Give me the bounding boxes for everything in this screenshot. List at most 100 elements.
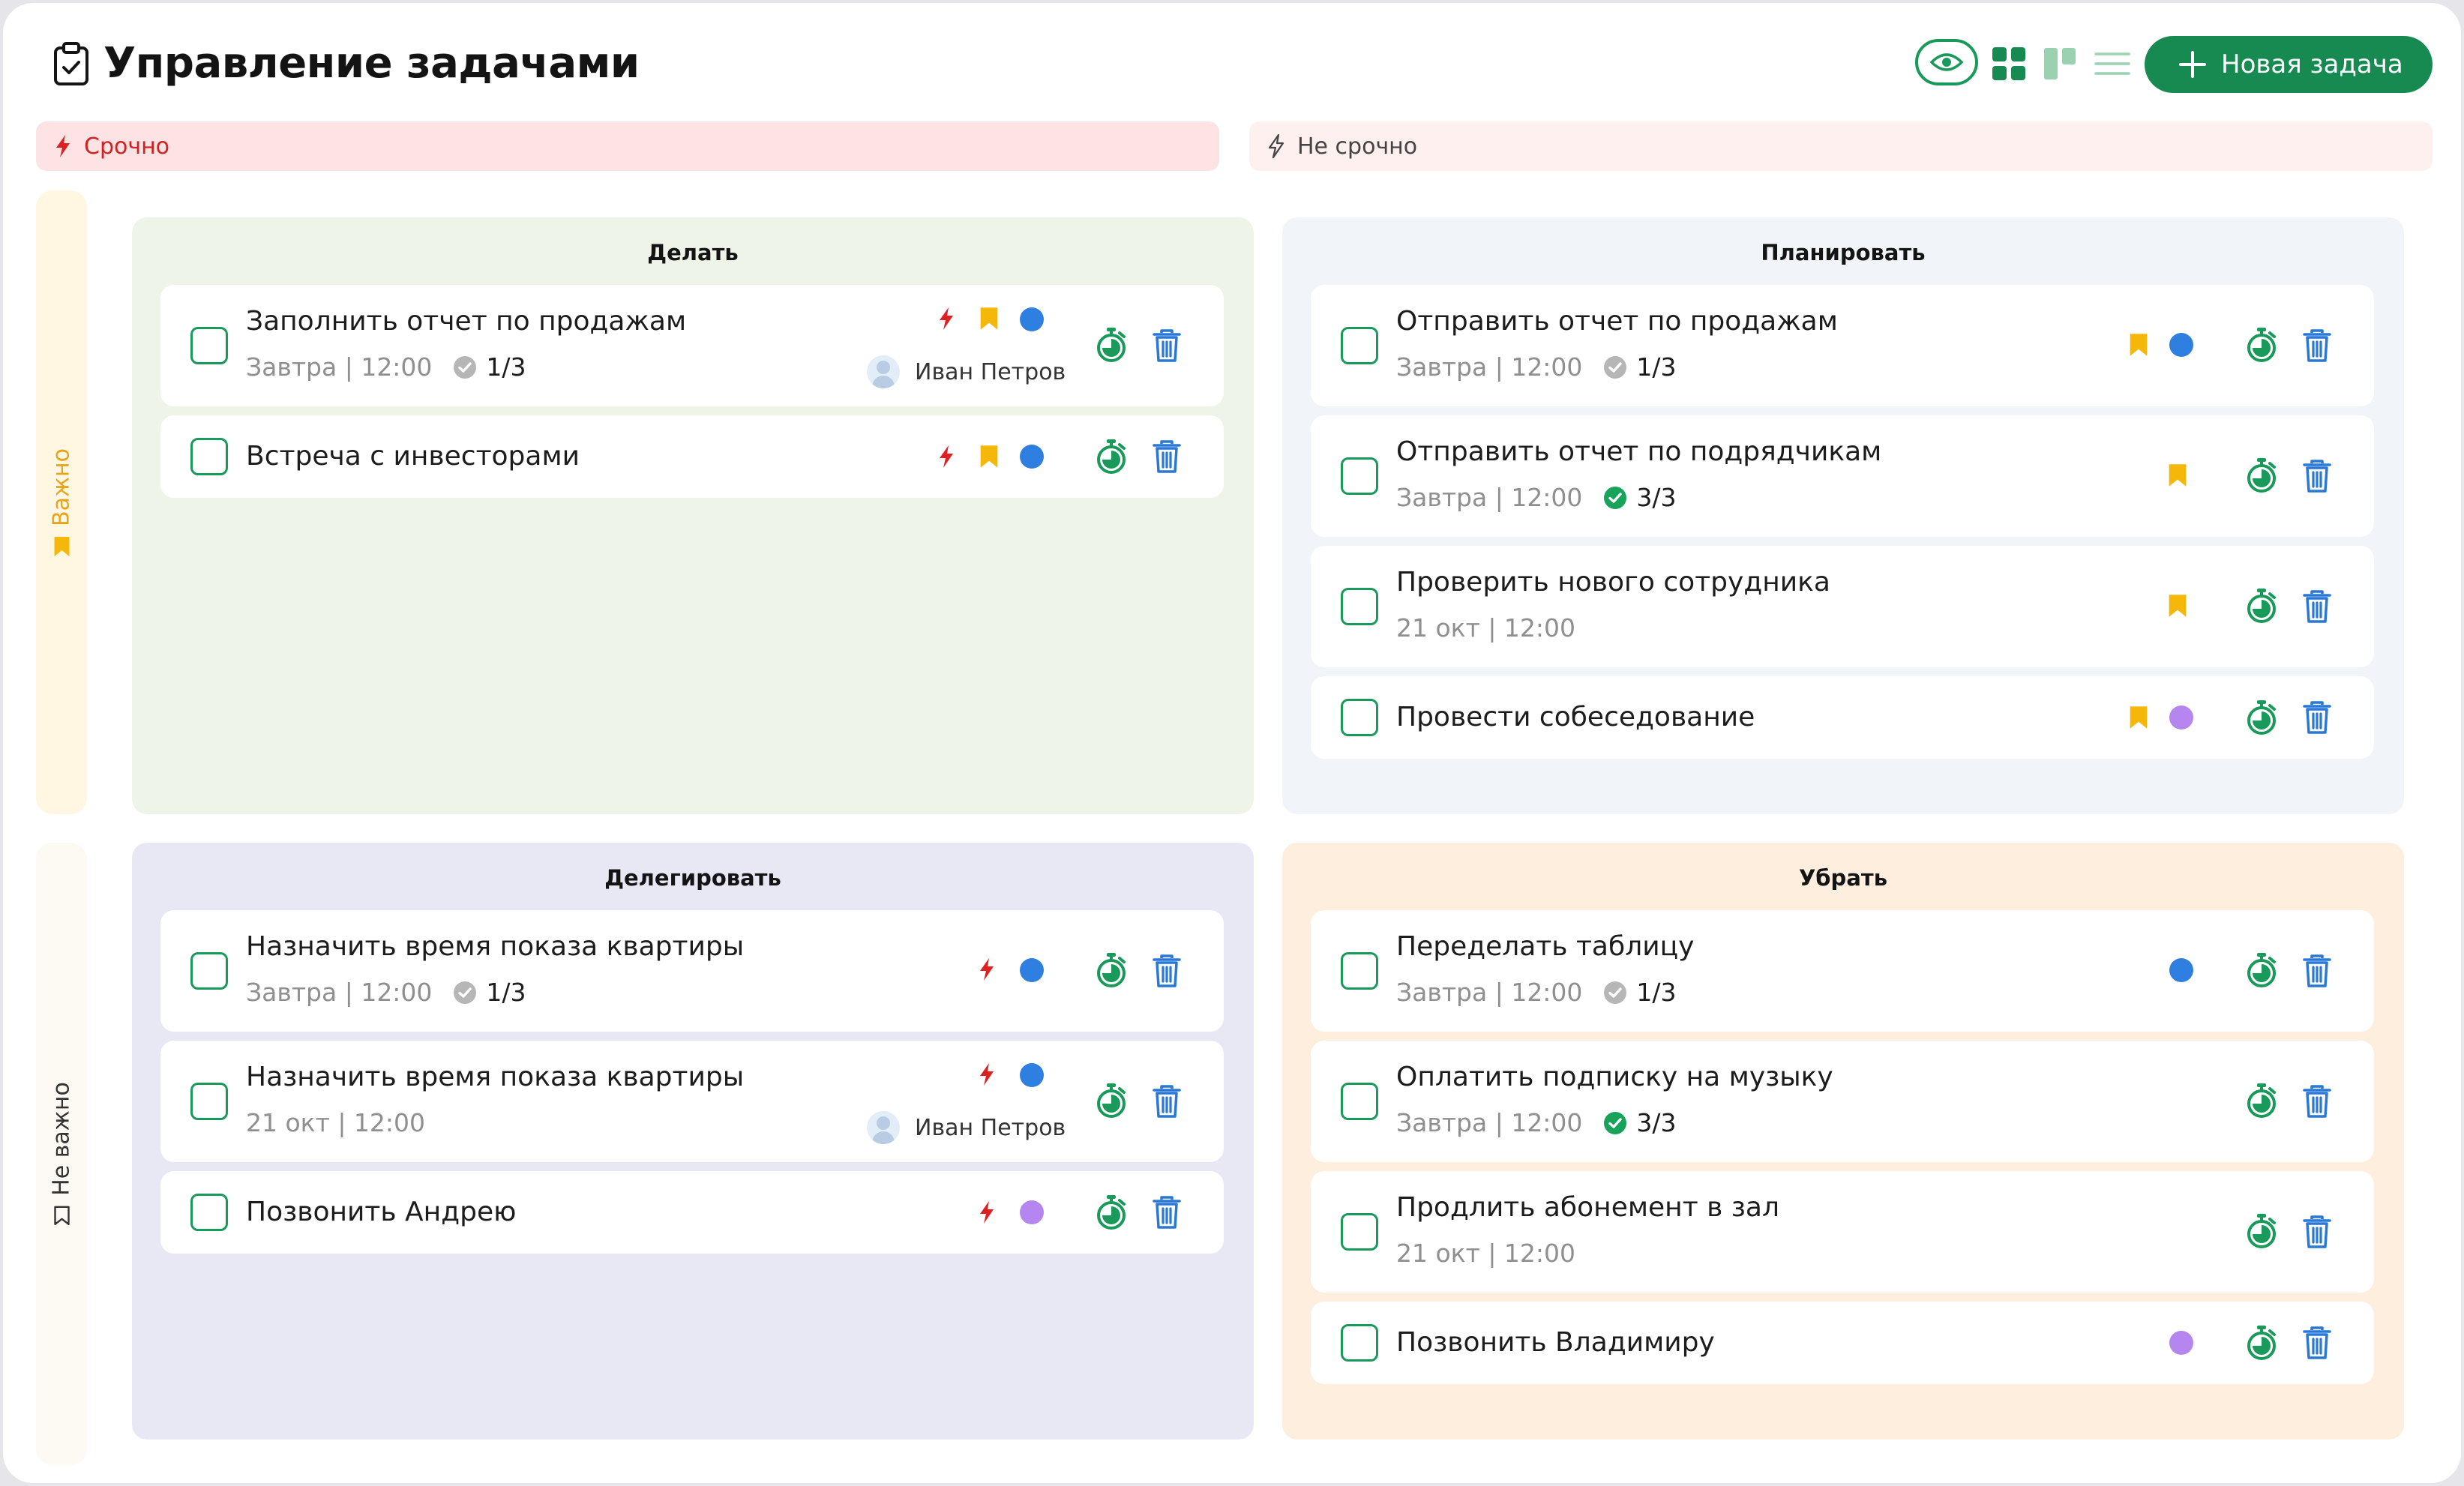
task-card[interactable]: Переделать таблицу Завтра | 12:00 1/3 (1311, 910, 2374, 1032)
timer-icon[interactable] (1095, 952, 1128, 988)
trash-icon[interactable] (2302, 1084, 2332, 1119)
task-checkbox[interactable] (190, 327, 228, 364)
eye-icon (1929, 53, 1964, 71)
trash-icon[interactable] (1152, 1195, 1182, 1230)
subtask-progress: 3/3 (1603, 1108, 1677, 1137)
task-date: Завтра | 12:00 (1396, 1108, 1583, 1137)
task-title: Позвонить Андрею (246, 1197, 517, 1227)
task-card[interactable]: Назначить время показа квартиры Завтра |… (160, 910, 1224, 1032)
timer-icon[interactable] (2245, 700, 2278, 736)
timer-icon[interactable] (2245, 1325, 2278, 1361)
column-header-not-urgent: Не срочно (1249, 121, 2433, 171)
grid-icon (1992, 47, 2025, 80)
task-card[interactable]: Оплатить подписку на музыку Завтра | 12:… (1311, 1041, 2374, 1162)
plus-icon (2179, 51, 2206, 78)
tag-dot (2169, 333, 2193, 357)
task-checkbox[interactable] (190, 1083, 228, 1120)
trash-icon[interactable] (1152, 1084, 1182, 1119)
timer-icon[interactable] (2245, 952, 2278, 988)
trash-icon[interactable] (1152, 954, 1182, 988)
bookmark-icon (979, 444, 1000, 469)
task-checkbox[interactable] (1341, 1083, 1378, 1120)
task-card[interactable]: Отправить отчет по подрядчикам Завтра | … (1311, 415, 2374, 537)
quadrant-do: Делать Заполнить отчет по продажам Завтр… (132, 217, 1254, 814)
avatar (867, 355, 900, 388)
new-task-button[interactable]: Новая задача (2145, 36, 2433, 93)
grid-view-button[interactable] (1992, 46, 2026, 81)
task-checkbox[interactable] (1341, 1213, 1378, 1251)
timer-icon[interactable] (2245, 327, 2278, 363)
visibility-toggle-button[interactable] (1915, 39, 1978, 85)
quadrant-remove: Убрать Переделать таблицу Завтра | 12:00… (1282, 843, 2404, 1440)
task-checkbox[interactable] (190, 952, 228, 990)
quadrant-title: Делегировать (604, 865, 781, 891)
task-checkbox[interactable] (1341, 1324, 1378, 1362)
task-checkbox[interactable] (1341, 588, 1378, 625)
assignee-name: Иван Петров (915, 358, 1066, 385)
task-meta: 21 окт | 12:00 (1396, 613, 1575, 643)
trash-icon[interactable] (2302, 954, 2332, 988)
timer-icon[interactable] (1095, 439, 1128, 475)
trash-icon[interactable] (2302, 589, 2332, 624)
task-checkbox[interactable] (1341, 952, 1378, 990)
board-icon (2044, 48, 2076, 79)
tag-dot (2169, 958, 2193, 982)
task-meta: 21 окт | 12:00 (1396, 1239, 1575, 1268)
timer-icon[interactable] (1095, 327, 1128, 363)
assignee-name: Иван Петров (915, 1114, 1066, 1141)
subtask-count: 3/3 (1636, 483, 1677, 512)
lightning-icon (978, 1198, 996, 1227)
lightning-icon (937, 304, 955, 333)
task-card[interactable]: Отправить отчет по продажам Завтра | 12:… (1311, 285, 2374, 406)
timer-icon[interactable] (2245, 1213, 2278, 1249)
task-card[interactable]: Позвонить Владимиру (1311, 1302, 2374, 1384)
tag-dot (1020, 958, 1044, 982)
task-title: Отправить отчет по продажам (1396, 306, 1838, 337)
column-label-urgent: Срочно (84, 133, 170, 160)
trash-icon[interactable] (1152, 439, 1182, 474)
subtask-count: 1/3 (1636, 352, 1677, 382)
list-icon (2094, 52, 2130, 75)
timer-icon[interactable] (1095, 1083, 1128, 1119)
task-card[interactable]: Позвонить Андрею (160, 1171, 1224, 1254)
clipboard-check-icon (54, 42, 88, 85)
task-card[interactable]: Проверить нового сотрудника 21 окт | 12:… (1311, 546, 2374, 667)
quadrant-delegate: Делегировать Назначить время показа квар… (132, 843, 1254, 1440)
list-view-button[interactable] (2094, 46, 2131, 81)
timer-icon[interactable] (2245, 1083, 2278, 1119)
task-card[interactable]: Заполнить отчет по продажам Завтра | 12:… (160, 285, 1224, 406)
trash-icon[interactable] (2302, 1215, 2332, 1249)
trash-icon[interactable] (2302, 328, 2332, 363)
trash-icon[interactable] (2302, 459, 2332, 493)
check-circle-filled-icon (1603, 1111, 1627, 1135)
task-card[interactable]: Встреча с инвесторами (160, 415, 1224, 498)
trash-icon[interactable] (2302, 1326, 2332, 1360)
subtask-count: 1/3 (486, 978, 526, 1007)
subtask-count: 1/3 (486, 352, 526, 382)
task-date: Завтра | 12:00 (1396, 352, 1583, 382)
task-meta: Завтра | 12:00 1/3 (246, 978, 526, 1007)
lightning-icon (54, 133, 72, 160)
trash-icon[interactable] (2302, 700, 2332, 735)
task-title: Встреча с инвесторами (246, 441, 580, 472)
task-title: Оплатить подписку на музыку (1396, 1062, 1833, 1092)
row-header-not-important: Не важно (36, 843, 87, 1465)
board-view-button[interactable] (2043, 46, 2077, 81)
timer-icon[interactable] (1095, 1194, 1128, 1230)
task-card[interactable]: Продлить абонемент в зал 21 окт | 12:00 (1311, 1171, 2374, 1293)
task-card[interactable]: Провести собеседование (1311, 676, 2374, 759)
trash-icon[interactable] (1152, 328, 1182, 363)
task-card[interactable]: Назначить время показа квартиры 21 окт |… (160, 1041, 1224, 1162)
task-meta: Завтра | 12:00 1/3 (246, 352, 526, 382)
task-checkbox[interactable] (190, 1194, 228, 1231)
task-checkbox[interactable] (1341, 457, 1378, 495)
subtask-progress: 1/3 (453, 978, 526, 1007)
task-checkbox[interactable] (1341, 699, 1378, 736)
task-checkbox[interactable] (1341, 327, 1378, 364)
timer-icon[interactable] (2245, 457, 2278, 493)
task-checkbox[interactable] (190, 438, 228, 475)
timer-icon[interactable] (2245, 588, 2278, 624)
assignee: Иван Петров (867, 355, 1066, 388)
page-title: Управление задачами (103, 39, 640, 88)
subtask-progress: 1/3 (1603, 978, 1677, 1007)
